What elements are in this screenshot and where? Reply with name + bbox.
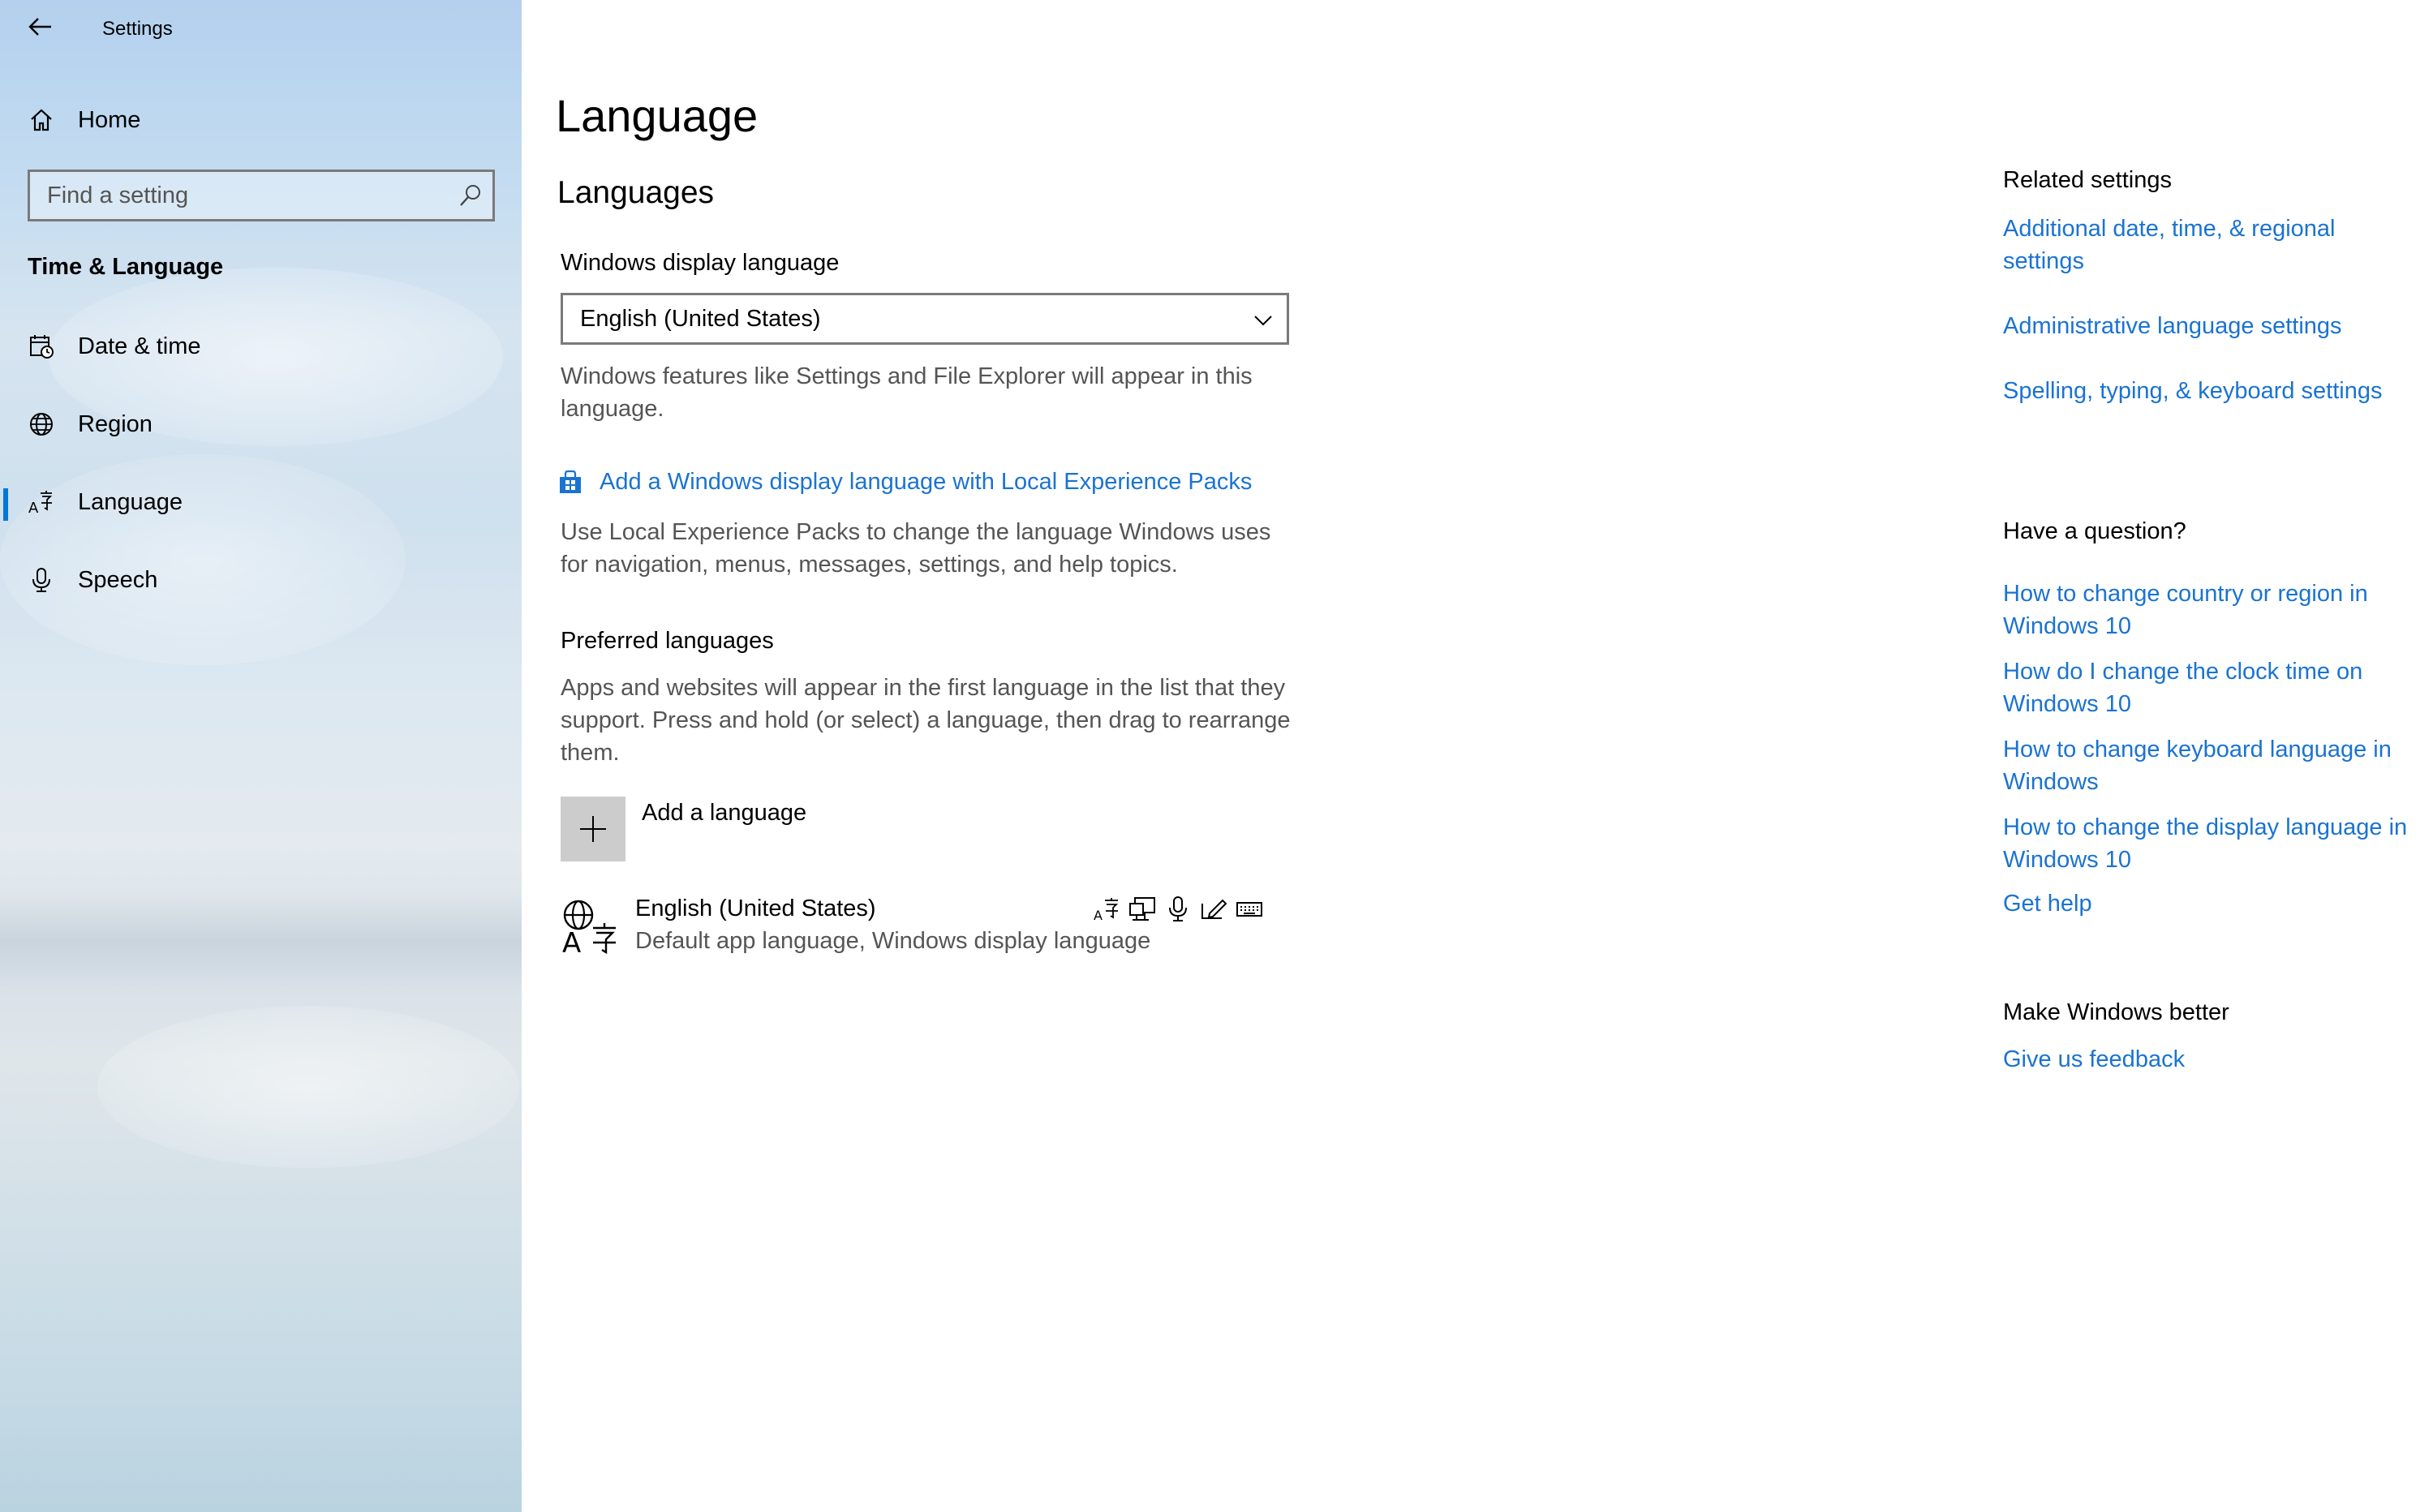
language-list-item[interactable]: A English (United States) Default app la… [561,892,1291,965]
background-horizon [0,892,522,990]
question-heading: Have a question? [2003,518,2186,544]
svg-text:A: A [28,500,39,516]
text-to-speech-icon [1129,897,1155,921]
sidebar-item-label: Speech [78,566,158,593]
local-experience-packs-link[interactable]: Add a Windows display language with Loca… [557,469,1252,496]
display-language-label: Windows display language [561,250,840,276]
related-link-spelling-typing[interactable]: Spelling, typing, & keyboard settings [2003,375,2409,407]
page-title: Language [556,90,759,141]
help-link-keyboard-language[interactable]: How to change keyboard language in Windo… [2003,733,2409,798]
globe-icon [28,410,55,438]
handwriting-icon [1201,899,1227,919]
back-arrow-icon [28,18,51,36]
languages-heading: Languages [557,175,715,210]
feedback-heading: Make Windows better [2003,999,2229,1025]
back-button[interactable] [16,6,65,47]
store-icon [560,470,581,493]
svg-text:A: A [1094,908,1103,923]
sidebar-item-region[interactable]: Region [0,396,522,453]
sidebar-item-language[interactable]: A Language [0,474,522,530]
display-language-description: Windows features like Settings and File … [561,363,1253,422]
display-language-dropdown[interactable]: English (United States) [561,293,1289,345]
background-cloud [97,1006,519,1168]
related-link-regional[interactable]: Additional date, time, & regional settin… [2003,213,2409,277]
sidebar-item-date-time[interactable]: Date & time [0,318,522,375]
speech-icon [1169,896,1187,921]
keyboard-icon [1236,902,1262,917]
add-language-label: Add a language [642,800,807,826]
active-indicator [3,488,8,521]
local-experience-packs-description: Use Local Experience Packs to change the… [561,519,1271,578]
nav-home[interactable]: Home [0,96,522,144]
sidebar-item-speech[interactable]: Speech [0,552,522,608]
microphone-icon [28,566,55,594]
main-content: Language Languages Windows display langu… [522,0,2433,1512]
local-experience-packs-link-label[interactable]: Add a Windows display language with Loca… [600,469,1252,496]
calendar-clock-icon [28,333,55,360]
get-help-link[interactable]: Get help [2003,887,2409,920]
sidebar-item-label: Region [78,410,153,437]
app-title: Settings [102,18,173,40]
add-language-button[interactable]: Add a language [561,797,806,861]
related-settings-heading: Related settings [2003,167,2172,193]
sidebar-item-label: Date & time [78,333,201,359]
nav-home-label: Home [78,106,141,133]
help-link-display-language[interactable]: How to change the display language in Wi… [2003,811,2409,876]
preferred-languages-description: Apps and websites will appear in the fir… [561,675,1291,766]
language-detail: Default app language, Windows display la… [635,928,1151,954]
language-icon: A [28,488,55,516]
display-language-value: English (United States) [580,306,821,332]
svg-text:A: A [562,927,581,956]
home-icon [28,106,55,134]
chevron-down-icon [1254,316,1272,326]
title-bar: Settings [0,0,522,57]
related-link-admin-language[interactable]: Administrative language settings [2003,310,2409,342]
language-glyph-icon: A [562,900,616,956]
display-language-icon: A [1094,898,1119,923]
search-box[interactable] [28,170,495,221]
help-link-country-region[interactable]: How to change country or region in Windo… [2003,578,2409,642]
plus-icon [561,797,625,861]
search-input[interactable] [30,172,492,219]
section-title: Time & Language [28,254,224,280]
language-name: English (United States) [635,896,876,921]
sidebar: Settings Home Time & Language Date & tim… [0,0,522,1512]
preferred-languages-heading: Preferred languages [561,628,774,654]
help-link-clock-time[interactable]: How do I change the clock time on Window… [2003,655,2409,720]
give-feedback-link[interactable]: Give us feedback [2003,1043,2409,1076]
sidebar-item-label: Language [78,488,183,515]
search-icon[interactable] [458,183,483,208]
